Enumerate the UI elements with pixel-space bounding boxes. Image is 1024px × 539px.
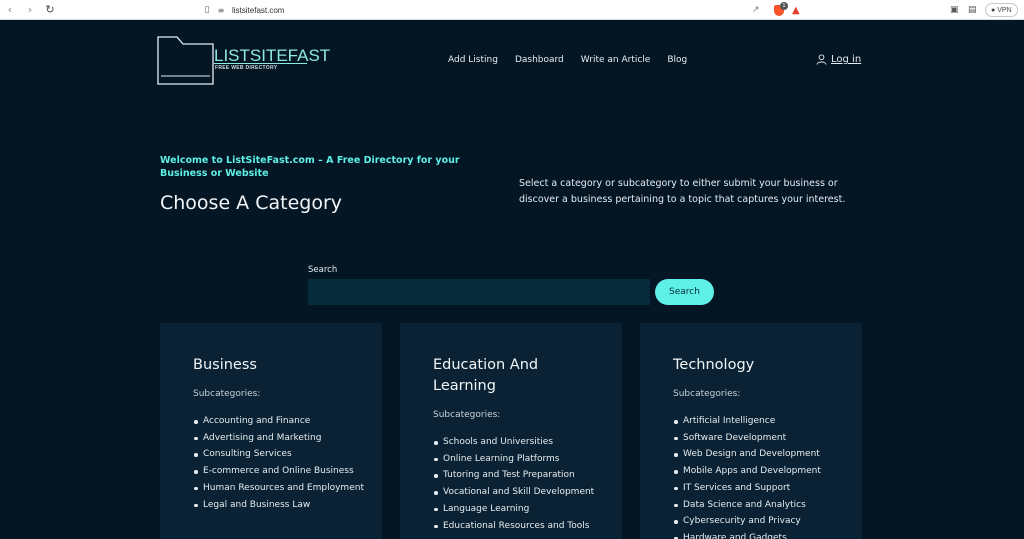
subcategory-item[interactable]: Mobile Apps and Development [674,463,853,480]
site-logo[interactable]: LISTSITEFAST FREE WEB DIRECTORY [157,36,330,85]
subcategory-list: Accounting and Finance Advertising and M… [194,413,373,514]
url-text[interactable]: listsitefast.com [232,6,284,15]
back-icon[interactable]: ‹ [0,3,20,16]
category-title[interactable]: Business [193,355,353,376]
subcategory-item[interactable]: Legal and Business Law [194,497,373,514]
main-nav: Add Listing Dashboard Write an Article B… [448,55,704,65]
nav-add-listing[interactable]: Add Listing [448,55,498,65]
search-input[interactable] [308,279,650,305]
subcategory-item[interactable]: Human Resources and Employment [194,480,373,497]
subcategory-item[interactable]: Tutoring and Test Preparation [434,467,613,484]
nav-blog[interactable]: Blog [667,55,687,65]
brave-rewards-icon[interactable]: ▲ [792,2,800,18]
subcategory-item[interactable]: Schools and Universities [434,434,613,451]
search-button[interactable]: Search [655,279,714,305]
vpn-label: VPN [997,6,1012,14]
nav-write-article[interactable]: Write an Article [581,55,651,65]
bookmark-icon[interactable]: ▯ [200,5,214,15]
subcategory-item[interactable]: Accounting and Finance [194,413,373,430]
login-label: Log in [831,54,862,65]
category-card-education: Education And Learning Subcategories: Sc… [400,323,622,539]
user-icon [816,54,827,65]
subcategory-item[interactable]: IT Services and Support [674,480,853,497]
subcategory-item[interactable]: Software Development [674,430,853,447]
sidebar-toggle-icon[interactable]: ▣ [950,2,959,18]
vpn-button[interactable]: ● VPN [985,3,1018,17]
page-title: Choose A Category [160,192,343,214]
subcategory-list: Schools and Universities Online Learning… [434,434,613,535]
folder-logo-icon [157,36,214,85]
subcategory-item[interactable]: Cybersecurity and Privacy [674,513,853,530]
brave-shields-icon[interactable]: 1 [774,1,788,18]
category-title[interactable]: Education And Learning [433,355,593,396]
subcategory-item[interactable]: Web Design and Development [674,446,853,463]
address-bar[interactable]: ▯ ≡ listsitefast.com [200,2,810,18]
category-card-business: Business Subcategories: Accounting and F… [160,323,382,539]
logo-underline [214,63,307,64]
vpn-shield-icon: ● [991,6,996,14]
subcategory-item[interactable]: Data Science and Analytics [674,497,853,514]
shields-count-badge: 1 [780,1,788,10]
category-title[interactable]: Technology [673,355,833,376]
subcategories-label: Subcategories: [193,389,261,399]
forward-icon[interactable]: › [20,3,40,16]
subcategory-item[interactable]: Vocational and Skill Development [434,484,613,501]
intro-text: Select a category or subcategory to eith… [519,178,846,205]
logo-tagline: FREE WEB DIRECTORY [215,65,278,71]
subcategories-label: Subcategories: [433,410,501,420]
subcategory-item[interactable]: Hardware and Gadgets [674,530,853,539]
subcategory-item[interactable]: Language Learning [434,501,613,518]
site-settings-icon[interactable]: ≡ [214,6,228,15]
subcategory-item[interactable]: Online Learning Platforms [434,451,613,468]
share-icon[interactable]: ↗ [752,2,760,18]
nav-dashboard[interactable]: Dashboard [515,55,564,65]
reload-icon[interactable]: ↻ [40,3,60,16]
search-label: Search [308,265,338,275]
subcategory-list: Artificial Intelligence Software Develop… [674,413,853,539]
subcategory-item[interactable]: Artificial Intelligence [674,413,853,430]
subcategory-item[interactable]: E-commerce and Online Business [194,463,373,480]
welcome-heading: Welcome to ListSiteFast.com – A Free Dir… [160,155,460,179]
wallet-icon[interactable]: ▤ [968,2,977,18]
browser-toolbar: ‹ › ↻ ▯ ≡ listsitefast.com ↗ 1 ▲ ▣ ▤ ● V… [0,0,1024,20]
login-link[interactable]: Log in [816,54,861,65]
category-card-technology: Technology Subcategories: Artificial Int… [640,323,862,539]
subcategory-item[interactable]: Advertising and Marketing [194,430,373,447]
subcategory-item[interactable]: Consulting Services [194,446,373,463]
subcategory-item[interactable]: Educational Resources and Tools [434,518,613,535]
subcategories-label: Subcategories: [673,389,741,399]
